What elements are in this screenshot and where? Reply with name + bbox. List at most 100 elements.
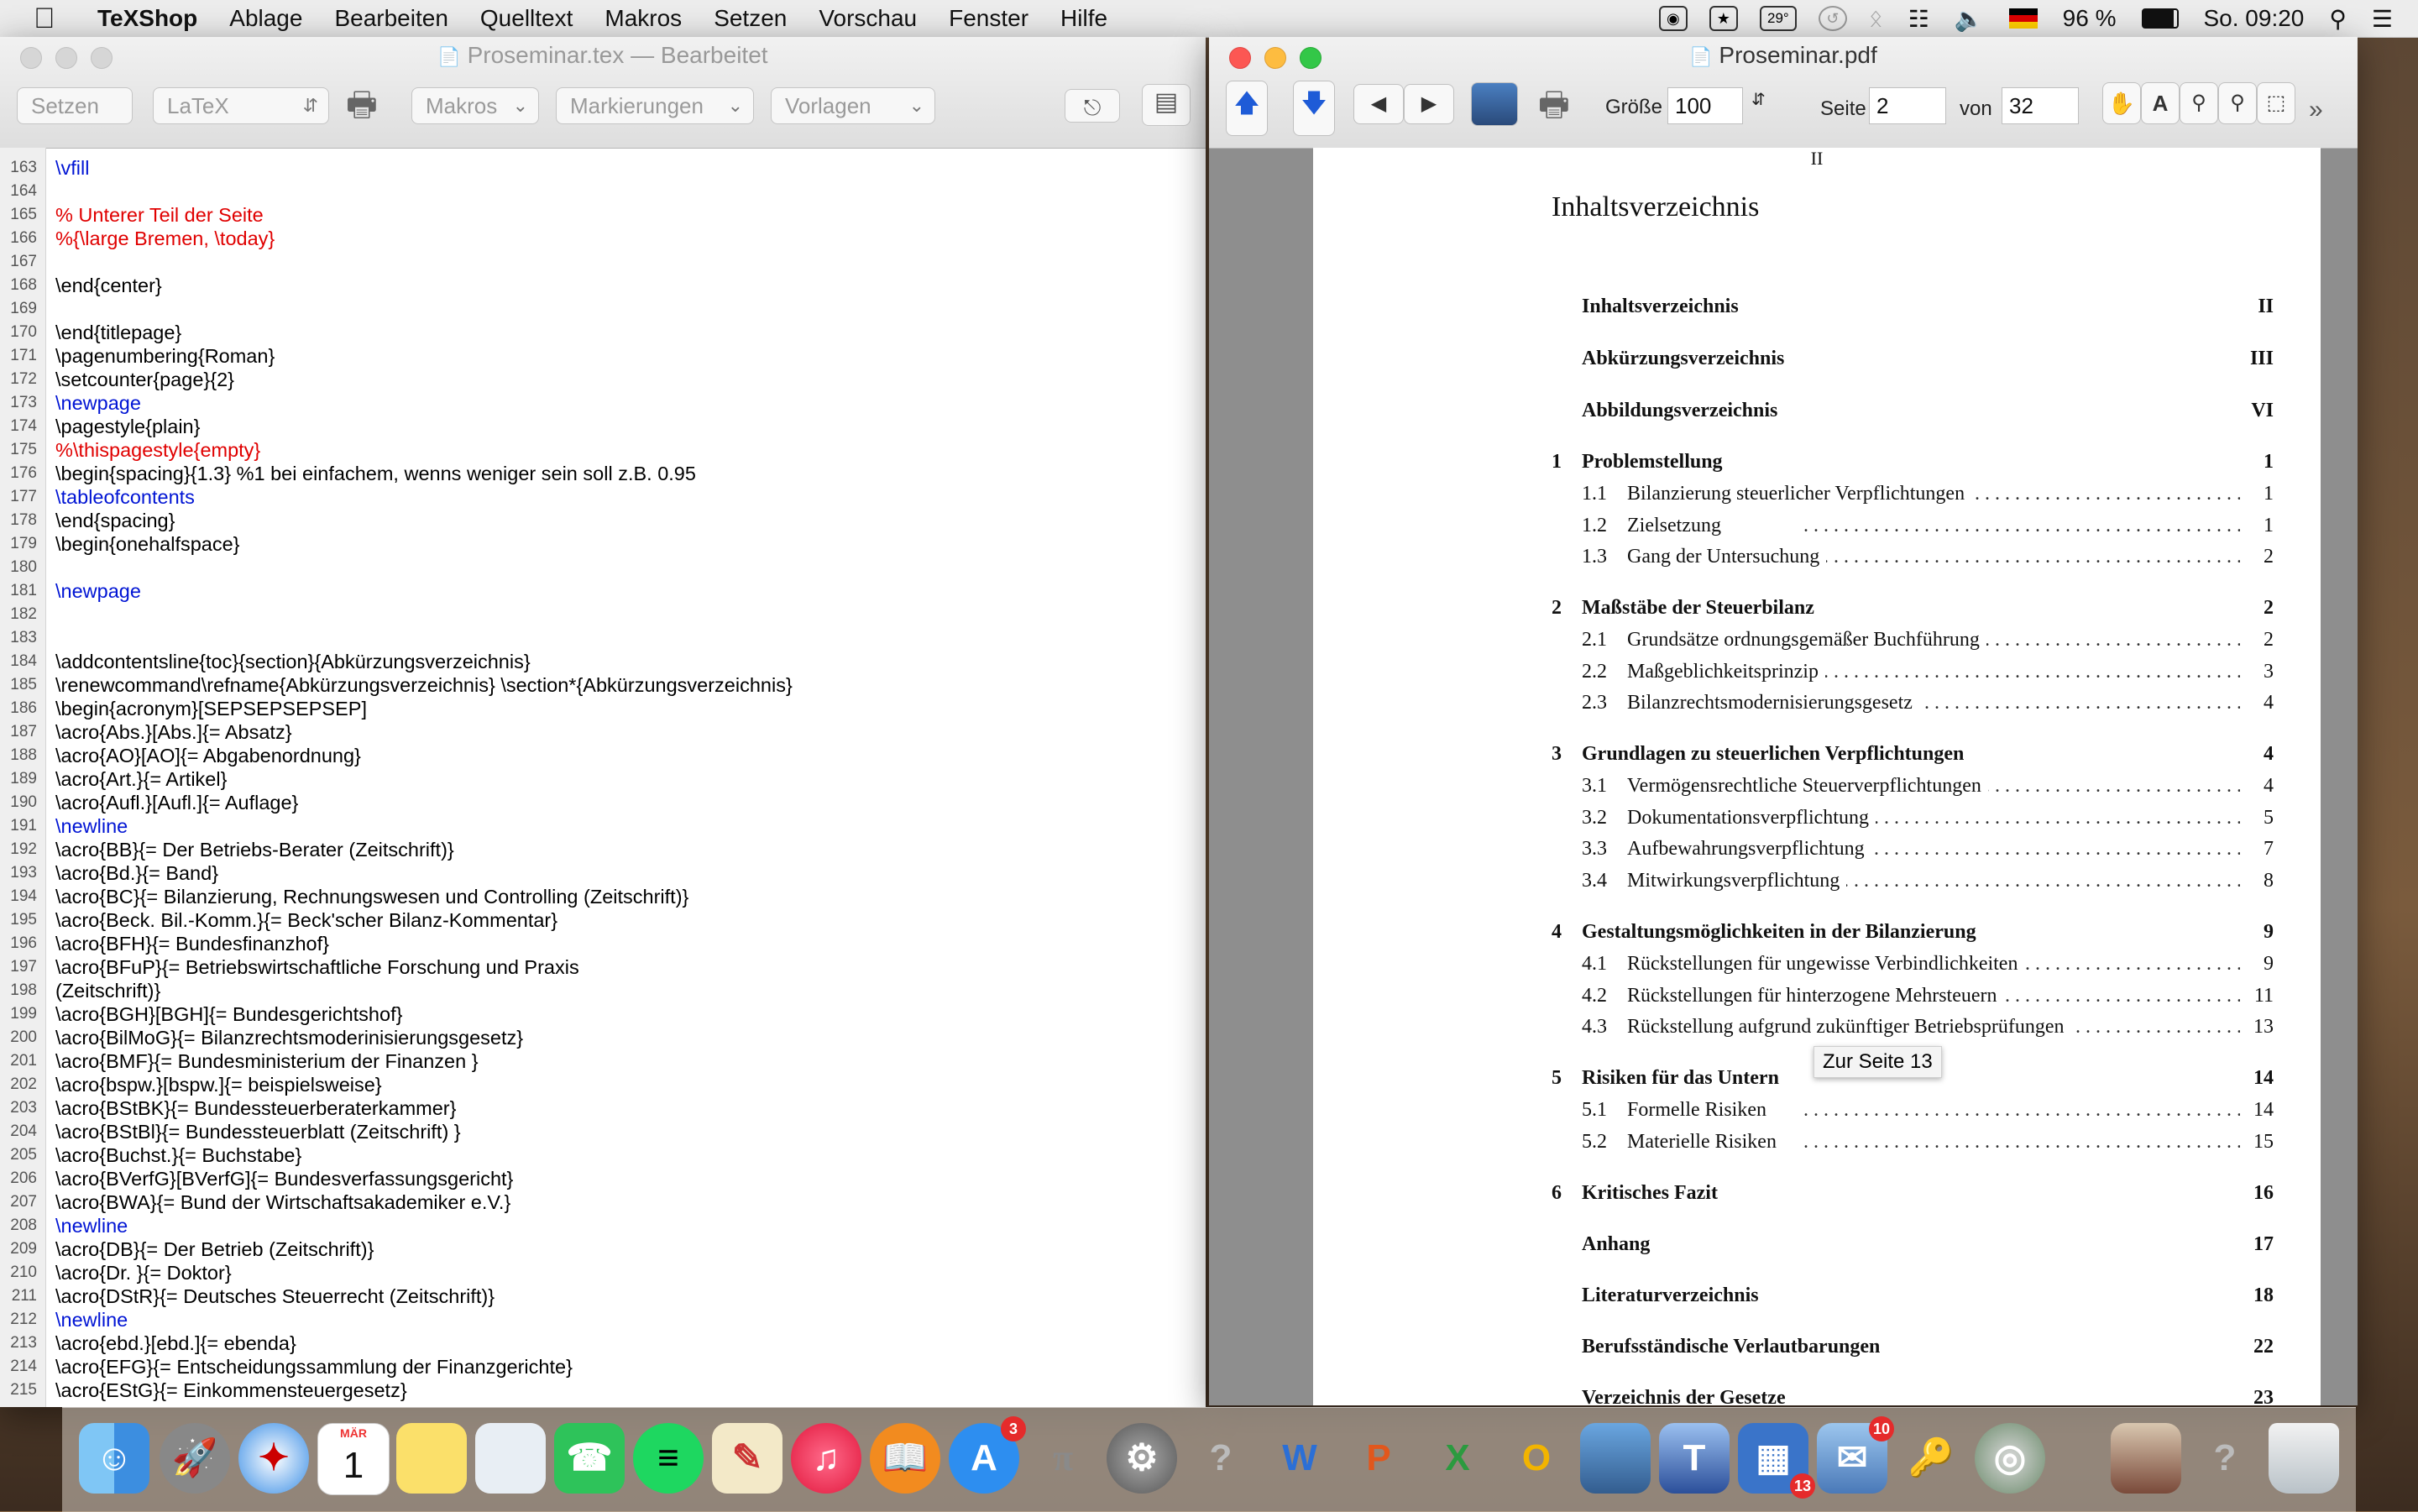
code-line[interactable]: 163 \vfill (0, 156, 1206, 180)
back-arrow-icon[interactable]: ◀ (1353, 84, 1404, 124)
notification-center-icon[interactable]: ☰ (2372, 5, 2393, 33)
code-line[interactable]: 202 \acro{bspw.}[bspw.]{= beispielsweise} (0, 1073, 1206, 1096)
preview-app-icon[interactable] (475, 1423, 546, 1494)
printer-icon[interactable]: 🖶 (1538, 81, 1570, 138)
code-line[interactable]: 195 \acro{Beck. Bil.-Komm.}{= Beck'scher … (0, 908, 1206, 932)
printer-icon[interactable]: 🖶 (346, 81, 378, 138)
excel-icon[interactable]: X (1422, 1423, 1493, 1494)
toc-section-entry[interactable]: Berufsständische Verlautbarungen 22 (1552, 1336, 2274, 1358)
menu-bearbeiten[interactable]: Bearbeiten (334, 5, 447, 32)
toc-subsection-entry[interactable]: ........................................… (1552, 985, 2274, 1007)
code-line[interactable]: 171 \pagenumbering{Roman} (0, 344, 1206, 368)
mail-icon[interactable]: ✉ 10 (1817, 1416, 1894, 1494)
code-line[interactable]: 207 \acro{BWA}{= Bund der Wirtschaftsakad… (0, 1190, 1206, 1214)
temperature-badge[interactable]: 29° (1759, 6, 1797, 31)
itunes-icon[interactable]: ♫ (791, 1423, 861, 1494)
documents-stack-icon[interactable] (2111, 1423, 2181, 1494)
powerpoint-icon[interactable]: P (1343, 1423, 1414, 1494)
toc-section-entry[interactable]: Literaturverzeichnis 18 (1552, 1284, 2274, 1307)
code-line[interactable]: 188 \acro{AO}[AO]{= Abgabenordnung} (0, 744, 1206, 767)
vorlagen-select[interactable]: Vorlagen ⌄ (771, 87, 935, 124)
toc-section-entry[interactable]: Inhaltsverzeichnis II (1552, 296, 2274, 318)
pdf-page[interactable]: II Inhaltsverzeichnis Inhaltsverzeichnis… (1313, 148, 2321, 1405)
code-line[interactable]: 176 \begin{spacing}{1.3} %1 bei einfachem… (0, 462, 1206, 485)
code-line[interactable]: 184 \addcontentsline{toc}{section}{Abkürz… (0, 650, 1206, 673)
code-line[interactable]: 190 \acro{Aufl.}[Aufl.]{= Auflage} (0, 791, 1206, 814)
code-line[interactable]: 215 \acro{EStG}{= Einkommensteuergesetz} (0, 1379, 1206, 1402)
textedit-icon[interactable]: ✎ (712, 1423, 782, 1494)
wifi-icon[interactable]: ☷ (1908, 5, 1929, 33)
menu-hilfe[interactable]: Hilfe (1060, 5, 1107, 32)
code-line[interactable]: 200 \acro{BilMoG}{= Bilanzrechtsmoderinis… (0, 1026, 1206, 1049)
code-line[interactable]: 167 (0, 250, 1206, 274)
menu-ablage[interactable]: Ablage (229, 5, 302, 32)
word-icon[interactable]: W (1264, 1423, 1335, 1494)
trash-icon[interactable] (2269, 1423, 2339, 1494)
facetime-icon[interactable]: ☎ (554, 1423, 625, 1494)
toc-section-entry[interactable]: Abkürzungsverzeichnis III (1552, 348, 2274, 370)
magnify-tool-icon[interactable]: ⚲ (2180, 82, 2218, 124)
code-line[interactable]: 198 (Zeitschrift)} (0, 979, 1206, 1002)
engine-select[interactable]: LaTeX ⇵ (153, 87, 329, 124)
code-line[interactable]: 181 \newpage (0, 579, 1206, 603)
bookmark-star-icon[interactable]: ★ (1709, 6, 1738, 31)
toolbar-overflow-icon[interactable]: » (2309, 96, 2323, 124)
code-line[interactable]: 168 \end{center} (0, 274, 1206, 297)
spotify-icon[interactable]: ≡ (633, 1423, 704, 1494)
previous-page-up-icon[interactable]: 🡅 (1226, 81, 1268, 136)
toc-subsection-entry[interactable]: ........................................… (1552, 546, 2274, 568)
bluetooth-icon[interactable]: ᛟ (1869, 5, 1883, 32)
toc-section-entry[interactable]: 3 Grundlagen zu steuerlichen Verpflichtun… (1552, 743, 2274, 766)
zoom-stepper-icon[interactable]: ⇵ (1751, 89, 1766, 110)
battery-icon[interactable] (2141, 8, 2179, 29)
menu-vorschau[interactable]: Vorschau (819, 5, 917, 32)
toc-subsection-entry[interactable]: ........................................… (1552, 870, 2274, 892)
notes-icon[interactable] (396, 1423, 467, 1494)
code-line[interactable]: 203 \acro{BStBK}{= Bundessteuerberaterkam… (0, 1096, 1206, 1120)
code-line[interactable]: 182 (0, 603, 1206, 626)
page-number-input[interactable]: 2 (1869, 87, 1946, 124)
code-line[interactable]: 174 \pagestyle{plain} (0, 415, 1206, 438)
toc-section-entry[interactable]: Verzeichnis der Gesetze 23 (1552, 1387, 2274, 1405)
code-line[interactable]: 204 \acro{BStBl}{= Bundessteuerblatt (Zei… (0, 1120, 1206, 1143)
toc-subsection-entry[interactable]: ........................................… (1552, 629, 2274, 651)
spotlight-search-icon[interactable]: ⚲ (2329, 5, 2347, 33)
code-line[interactable]: 175 %\thispagestyle{empty} (0, 438, 1206, 462)
code-line[interactable]: 208 \newline (0, 1214, 1206, 1237)
toc-subsection-entry[interactable]: ........................................… (1552, 661, 2274, 683)
toc-subsection-entry[interactable]: ........................................… (1552, 1016, 2274, 1039)
hand-tool-icon[interactable]: ✋ (2102, 82, 2141, 124)
code-line[interactable]: 169 (0, 297, 1206, 321)
next-page-down-icon[interactable]: 🡇 (1293, 81, 1335, 136)
code-line[interactable]: 164 (0, 180, 1206, 203)
battery-percent[interactable]: 96 % (2063, 5, 2117, 32)
toc-subsection-entry[interactable]: ........................................… (1552, 483, 2274, 505)
code-line[interactable]: 187 \acro{Abs.}[Abs.]{= Absatz} (0, 720, 1206, 744)
toc-subsection-entry[interactable]: ........................................… (1552, 515, 2274, 537)
ibooks-icon[interactable]: 📖 (870, 1423, 940, 1494)
network-monitor-icon[interactable]: ◉ (1658, 6, 1688, 31)
toc-section-entry[interactable]: 1 Problemstellung 1 (1552, 451, 2274, 473)
volume-icon[interactable]: 🔈 (1955, 5, 1984, 33)
toc-subsection-entry[interactable]: ........................................… (1552, 775, 2274, 798)
code-line[interactable]: 180 (0, 556, 1206, 579)
code-line[interactable]: 210 \acro{Dr. }{= Doktor} (0, 1261, 1206, 1284)
code-line[interactable]: 209 \acro{DB}{= Der Betrieb (Zeitschrift)… (0, 1237, 1206, 1261)
code-line[interactable]: 206 \acro{BVerfG}[BVerfG]{= Bundesverfass… (0, 1167, 1206, 1190)
toc-subsection-entry[interactable]: ........................................… (1552, 1099, 2274, 1122)
toc-subsection-entry[interactable]: ........................................… (1552, 1131, 2274, 1154)
menu-makros[interactable]: Makros (604, 5, 682, 32)
toc-subsection-entry[interactable]: ........................................… (1552, 953, 2274, 976)
toc-section-entry[interactable]: 2 Maßstäbe der Steuerbilanz 2 (1552, 597, 2274, 620)
unknown-app-icon[interactable]: ? (1185, 1423, 1256, 1494)
code-line[interactable]: 199 \acro{BGH}[BGH]{= Bundesgerichtshof} (0, 1002, 1206, 1026)
tex-editor-icon[interactable]: T (1659, 1423, 1730, 1494)
menu-fenster[interactable]: Fenster (949, 5, 1028, 32)
code-line[interactable]: 193 \acro{Bd.}{= Band} (0, 861, 1206, 885)
code-line[interactable]: 205 \acro{Buchst.}{= Buchstabe} (0, 1143, 1206, 1167)
zoom-size-input[interactable]: 100 (1667, 87, 1743, 124)
menu-quelltext[interactable]: Quelltext (480, 5, 573, 32)
share-button[interactable]: ⎋ (1065, 89, 1120, 123)
console-button[interactable]: ▤ (1142, 84, 1191, 126)
time-machine-icon[interactable]: ↺ (1818, 6, 1847, 31)
